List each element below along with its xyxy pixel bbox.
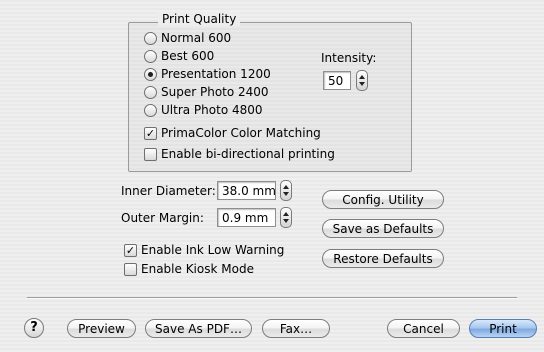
stepper-down-icon[interactable] xyxy=(359,82,365,86)
save-as-defaults-button[interactable]: Save as Defaults xyxy=(322,219,444,238)
checkbox-label: PrimaColor Color Matching xyxy=(161,126,321,140)
checkbox-label: Enable Ink Low Warning xyxy=(141,243,285,257)
outer-margin-label: Outer Margin: xyxy=(121,211,204,225)
radio-label: Ultra Photo 4800 xyxy=(161,103,263,117)
outer-margin-field[interactable]: 0.9 mm xyxy=(217,208,276,227)
stepper-up-icon[interactable] xyxy=(283,212,289,216)
checkbox-box[interactable] xyxy=(144,147,157,161)
radio-ultra-photo-4800[interactable]: Ultra Photo 4800 xyxy=(144,102,263,118)
print-quality-title: Print Quality xyxy=(158,12,241,26)
radio-best-600[interactable]: Best 600 xyxy=(144,48,214,64)
stepper-down-icon[interactable] xyxy=(283,192,289,196)
ink-low-warning-checkbox[interactable]: ✓ Enable Ink Low Warning xyxy=(124,242,284,258)
print-button[interactable]: Print xyxy=(469,319,537,338)
config-utility-button[interactable]: Config. Utility xyxy=(322,190,444,209)
radio-super-photo-2400[interactable]: Super Photo 2400 xyxy=(144,84,269,100)
radio-label: Super Photo 2400 xyxy=(161,85,269,99)
preview-button[interactable]: Preview xyxy=(67,319,136,338)
intensity-stepper[interactable] xyxy=(356,70,368,91)
radio-indicator-selected[interactable] xyxy=(144,67,157,81)
outer-margin-stepper[interactable] xyxy=(280,207,292,228)
save-as-pdf-button[interactable]: Save As PDF… xyxy=(145,319,252,338)
fax-button[interactable]: Fax… xyxy=(262,319,330,338)
checkbox-label: Enable bi-directional printing xyxy=(161,147,335,161)
radio-label: Normal 600 xyxy=(161,31,232,45)
checkmark-icon[interactable]: ✓ xyxy=(124,243,137,257)
radio-label: Presentation 1200 xyxy=(161,67,271,81)
help-icon[interactable]: ? xyxy=(24,318,44,338)
checkbox-box[interactable] xyxy=(124,262,137,276)
bidirectional-checkbox[interactable]: Enable bi-directional printing xyxy=(144,146,335,162)
checkbox-label: Enable Kiosk Mode xyxy=(141,262,254,276)
kiosk-mode-checkbox[interactable]: Enable Kiosk Mode xyxy=(124,261,254,277)
inner-diameter-field[interactable]: 38.0 mm xyxy=(217,181,276,200)
radio-presentation-1200[interactable]: Presentation 1200 xyxy=(144,66,271,82)
stepper-down-icon[interactable] xyxy=(283,219,289,223)
radio-indicator[interactable] xyxy=(144,103,157,117)
stepper-up-icon[interactable] xyxy=(359,75,365,79)
inner-diameter-stepper[interactable] xyxy=(280,180,292,201)
separator xyxy=(27,297,517,299)
restore-defaults-button[interactable]: Restore Defaults xyxy=(322,249,444,268)
inner-diameter-label: Inner Diameter: xyxy=(121,184,216,198)
intensity-field[interactable]: 50 xyxy=(323,71,351,90)
radio-normal-600[interactable]: Normal 600 xyxy=(144,30,231,46)
intensity-label: Intensity: xyxy=(321,51,377,65)
radio-label: Best 600 xyxy=(161,49,215,63)
stepper-up-icon[interactable] xyxy=(283,185,289,189)
radio-indicator[interactable] xyxy=(144,49,157,63)
primacolor-checkbox[interactable]: ✓ PrimaColor Color Matching xyxy=(144,125,321,141)
radio-indicator[interactable] xyxy=(144,85,157,99)
radio-indicator[interactable] xyxy=(144,31,157,45)
checkmark-icon[interactable]: ✓ xyxy=(144,126,157,140)
cancel-button[interactable]: Cancel xyxy=(387,319,460,338)
